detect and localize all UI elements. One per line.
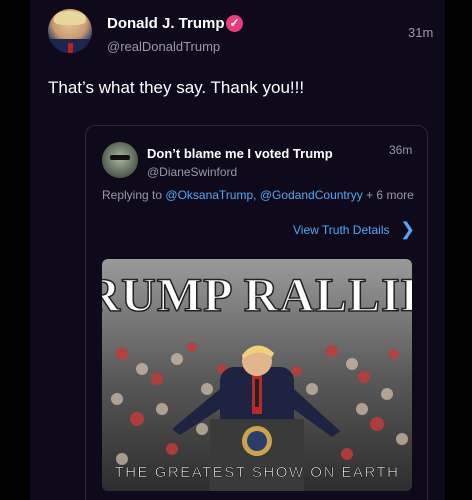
- author-handle[interactable]: @realDonaldTrump: [107, 39, 220, 54]
- post-timestamp: 31m: [408, 25, 434, 40]
- image-headline: TRUMP RALLIES: [102, 269, 412, 322]
- quoted-author-avatar[interactable]: [102, 142, 138, 178]
- avatar-glasses: [110, 155, 130, 160]
- replying-to-line: Replying to @OksanaTrump, @GodandCountry…: [102, 188, 414, 202]
- avatar-tie: [68, 43, 73, 53]
- verified-badge-icon: ✓: [226, 15, 243, 32]
- author-avatar[interactable]: [48, 9, 92, 53]
- quoted-post-timestamp: 36m: [389, 143, 413, 157]
- avatar-hair: [54, 11, 86, 25]
- replying-separator: ,: [253, 188, 257, 202]
- rally-image[interactable]: TRUMP RALLIES THE GREATEST SHOW ON EARTH: [102, 259, 412, 491]
- image-tagline: THE GREATEST SHOW ON EARTH: [115, 464, 400, 481]
- view-details-link[interactable]: View Truth Details: [293, 223, 390, 237]
- post-text: That’s what they say. Thank you!!!: [48, 78, 305, 97]
- replying-user-link[interactable]: @OksanaTrump: [165, 188, 253, 202]
- quoted-author-name[interactable]: Don’t blame me I voted Trump: [147, 146, 333, 161]
- replying-more-count[interactable]: + 6 more: [366, 188, 414, 202]
- replying-user-link[interactable]: @GodandCountryy: [260, 188, 363, 202]
- quoted-author-handle[interactable]: @DianeSwinford: [147, 165, 237, 179]
- author-name[interactable]: Donald J. Trump: [107, 15, 225, 32]
- replying-prefix: Replying to: [102, 188, 163, 202]
- chevron-right-icon[interactable]: ❯: [400, 220, 415, 238]
